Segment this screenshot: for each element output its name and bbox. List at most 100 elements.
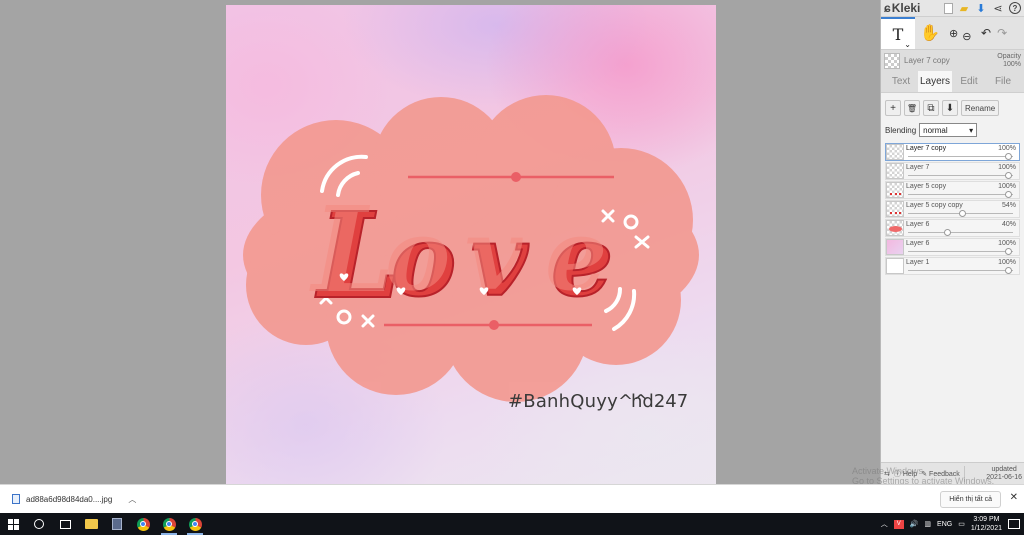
layer-opacity-handle[interactable] [1005, 153, 1012, 160]
close-download-bar-icon[interactable]: ✕ [1010, 492, 1018, 503]
layer-opacity-slider[interactable] [908, 270, 1013, 271]
download-filename: ad88a6d98d84da0....jpg [26, 494, 113, 504]
layer-thumbnail [886, 182, 904, 198]
current-layer-name: Layer 7 copy [904, 56, 950, 65]
share-icon[interactable]: ⋖ [992, 2, 1004, 15]
layer-opacity-slider[interactable] [908, 156, 1013, 157]
sidebar-tabs: Text Layers Edit File [881, 71, 1024, 93]
rename-layer-button[interactable]: Rename [961, 100, 1000, 116]
layer-opacity-handle[interactable] [944, 229, 952, 236]
redo-icon[interactable]: ↷ [997, 26, 1007, 40]
text-tool-button[interactable]: T ⌄ [881, 17, 915, 49]
chrome-button-2[interactable] [156, 513, 182, 535]
help-icon[interactable]: ? [1009, 2, 1021, 14]
layer-name: Layer 1 [906, 259, 930, 266]
show-all-button[interactable]: Hiển thị tất cả [940, 491, 1001, 508]
layer-row[interactable]: Layer 7 copy 100% [885, 143, 1020, 161]
download-item[interactable]: ad88a6d98d84da0....jpg ︿ [0, 485, 148, 514]
start-button[interactable] [0, 513, 26, 535]
notification-icon[interactable] [1008, 519, 1020, 529]
layer-opacity-value: 100% [998, 183, 1016, 190]
add-layer-button[interactable]: + [885, 100, 901, 116]
hand-tool-icon[interactable]: ✋ [915, 23, 945, 43]
network-icon[interactable]: ▥ [924, 520, 931, 528]
chrome-button-1[interactable] [130, 513, 156, 535]
layer-opacity-slider[interactable] [908, 251, 1013, 252]
layer-name: Layer 6 [906, 221, 930, 228]
layer-thumbnail [886, 163, 904, 179]
layer-opacity-handle[interactable] [1005, 191, 1012, 198]
layer-row[interactable]: Layer 7 100% [885, 162, 1020, 180]
drawing-canvas[interactable]: L o v e L o v e #BanhQuyy^^ hd247 [226, 5, 716, 484]
love-artwork: L o v e L o v e [243, 95, 699, 402]
clock[interactable]: 3:09 PM 1/12/2021 [971, 515, 1002, 533]
file-icon [12, 494, 20, 504]
download-bar: ad88a6d98d84da0....jpg ︿ Hiển thị tất cả… [0, 484, 1024, 513]
tab-text[interactable]: Text [884, 71, 918, 92]
layer-row[interactable]: Layer 5 copy 100% [885, 181, 1020, 199]
layer-list: Layer 7 copy 100% Layer 7 100% Layer 5 copy 1… [881, 143, 1024, 275]
tab-layers[interactable]: Layers [918, 71, 952, 92]
unikey-icon[interactable]: V [893, 519, 904, 529]
svg-text:v: v [465, 198, 523, 313]
layer-opacity-handle[interactable] [1005, 172, 1012, 179]
show-hidden-icons-icon[interactable]: ︿ [881, 519, 888, 529]
open-folder-icon[interactable]: ▰ [958, 2, 970, 15]
chevron-up-icon[interactable]: ︿ [128, 494, 136, 505]
chrome-button-3[interactable] [182, 513, 208, 535]
folder-icon [84, 519, 98, 529]
tab-edit[interactable]: Edit [952, 71, 986, 92]
layer-opacity-handle[interactable] [1005, 267, 1012, 274]
layer-row[interactable]: Layer 1 100% [885, 257, 1020, 275]
layer-row[interactable]: Layer 6 40% [885, 219, 1020, 237]
layer-opacity-slider[interactable] [908, 232, 1013, 233]
layer-opacity-value: 40% [1001, 221, 1016, 228]
activate-windows-watermark: Activate Windows Go to Settings to activ… [852, 466, 995, 486]
hashtag-text: #BanhQuyy^^ [508, 391, 649, 412]
merge-layer-button[interactable]: ⬇ [942, 100, 958, 116]
blending-select[interactable]: normal ▾ [919, 123, 978, 137]
canvas-workspace[interactable]: L o v e L o v e #BanhQuyy^^ hd247 [0, 0, 880, 484]
layer-row[interactable]: Layer 6 100% [885, 238, 1020, 256]
layer-thumbnail [886, 201, 904, 217]
layer-opacity-handle[interactable] [1005, 248, 1012, 255]
delete-layer-button[interactable]: 🗑 [904, 100, 920, 116]
kleki-logo-icon: ɕ [884, 1, 891, 15]
current-layer-info: Layer 7 copy Opacity 100% [881, 49, 1024, 71]
layer-name: Layer 6 [906, 240, 930, 247]
duplicate-layer-button[interactable]: ⧉ [923, 100, 939, 116]
language-indicator[interactable]: ENG [937, 521, 952, 528]
kleki-logo[interactable]: ɕ Kleki [884, 1, 920, 15]
zoom-out-icon[interactable]: ⊖ [962, 30, 971, 43]
layer-name: Layer 5 copy [906, 183, 947, 190]
layer-opacity-slider[interactable] [908, 175, 1013, 176]
file-explorer-button[interactable] [78, 513, 104, 535]
tab-file[interactable]: File [986, 71, 1020, 92]
layer-thumbnail [886, 258, 904, 274]
clock-date: 1/12/2021 [970, 525, 1002, 532]
layer-thumbnail [886, 239, 904, 255]
new-image-icon[interactable] [944, 2, 953, 14]
layer-opacity-value: 100% [998, 240, 1016, 247]
layer-opacity-handle[interactable] [958, 210, 966, 217]
opacity-value: 100% [1003, 60, 1021, 68]
volume-icon[interactable]: 🔊 [910, 520, 919, 528]
tool-dropdown-icon[interactable]: ⌄ [904, 40, 911, 49]
calculator-button[interactable] [104, 513, 130, 535]
search-button[interactable] [26, 513, 52, 535]
screen-icon[interactable]: ▭ [958, 520, 965, 528]
chrome-icon [136, 517, 150, 531]
zoom-in-icon[interactable]: ⊕ [949, 27, 958, 40]
layer-opacity-slider[interactable] [908, 194, 1013, 195]
layer-row[interactable]: Layer 5 copy copy 54% [885, 200, 1020, 218]
svg-text:e: e [545, 198, 607, 313]
text-tool-icon: T [892, 24, 904, 44]
author-text: hd247 [631, 391, 689, 412]
task-view-button[interactable] [52, 513, 78, 535]
layer-thumbnail [886, 144, 904, 160]
undo-icon[interactable]: ↶ [981, 26, 991, 40]
opacity-label: Opacity [997, 52, 1021, 60]
download-icon[interactable]: ⬇ [975, 2, 987, 15]
merge-down-icon: ⬇ [945, 102, 955, 114]
layer-opacity-value: 54% [1001, 202, 1016, 209]
